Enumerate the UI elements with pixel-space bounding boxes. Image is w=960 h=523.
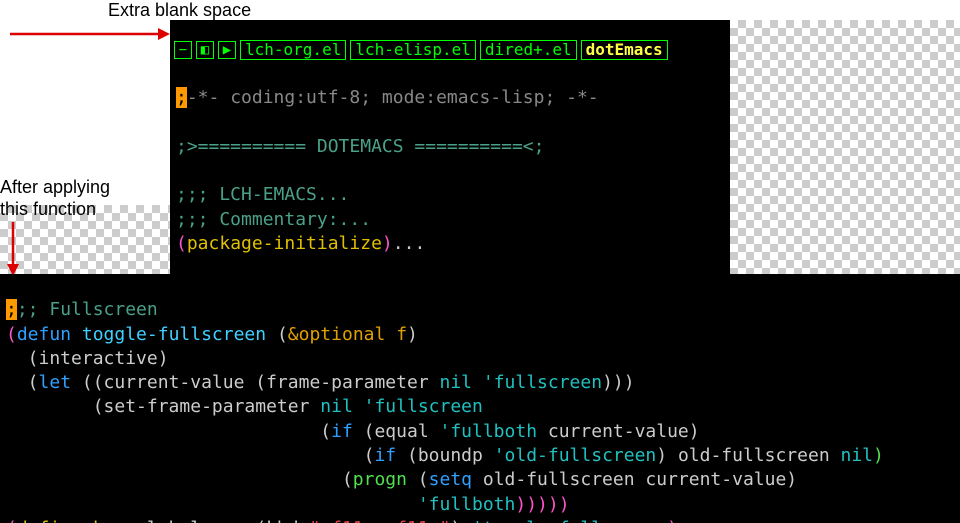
kw-progn: progn xyxy=(353,469,407,490)
kw-setq: setq xyxy=(429,469,472,490)
paren-open: ( xyxy=(176,233,187,254)
tab-control-play-icon[interactable]: ▶ xyxy=(218,41,236,59)
annotation-label-top: Extra blank space xyxy=(108,0,251,21)
banner-line: ;>========== DOTEMACS ==========<; xyxy=(176,136,544,157)
const-nil: nil xyxy=(320,396,353,417)
sym-fullboth: 'fullboth xyxy=(440,421,538,442)
paren: ( xyxy=(6,518,17,523)
tab-control-split[interactable]: ◧ xyxy=(196,41,214,59)
arrow-top xyxy=(10,24,170,44)
transparent-region-right xyxy=(730,20,960,274)
tab-bar: − ◧ ▶ lch-org.el lch-elisp.el dired+.el … xyxy=(170,38,730,62)
text: ) old-fullscreen xyxy=(656,445,840,466)
sym-fullboth: 'fullboth xyxy=(418,494,516,515)
text: ( xyxy=(407,469,429,490)
emacs-panel-top: − ◧ ▶ lch-org.el lch-elisp.el dired+.el … xyxy=(170,20,730,274)
text xyxy=(6,494,418,515)
tab-control-collapse[interactable]: − xyxy=(174,41,192,59)
text: current-value) xyxy=(537,421,700,442)
modeline-comment: -*- coding:utf-8; mode:emacs-lisp; -*- xyxy=(187,87,599,108)
paren: ( xyxy=(277,324,288,345)
kw-if: if xyxy=(331,421,353,442)
tab-dotemacs[interactable]: dotEmacs xyxy=(581,40,668,60)
fn-define-key: define-key xyxy=(17,518,125,523)
paren: ) xyxy=(407,324,418,345)
param-f: f xyxy=(396,324,407,345)
text: ( xyxy=(6,445,374,466)
sym-toggle-fullscreen: 'toggle-fullscreen xyxy=(472,518,667,523)
text: ( xyxy=(6,372,39,393)
text: (boundp xyxy=(396,445,494,466)
cursor: ; xyxy=(176,87,187,108)
text: ( xyxy=(6,421,331,442)
paren: ) xyxy=(667,518,678,523)
text: ( xyxy=(6,469,353,490)
fn-toggle-fullscreen: toggle-fullscreen xyxy=(82,324,266,345)
const-nil: nil xyxy=(440,372,473,393)
text: ((current-value (frame-parameter xyxy=(71,372,439,393)
kw-defun: defun xyxy=(17,324,71,345)
sym-fullscreen: 'fullscreen xyxy=(353,396,483,417)
const-nil: nil xyxy=(841,445,874,466)
paren-close: ) xyxy=(382,233,393,254)
text: old-fullscreen current-value) xyxy=(472,469,797,490)
kw-if: if xyxy=(374,445,396,466)
kw-let: let xyxy=(39,372,72,393)
text: (set-frame-parameter xyxy=(6,396,320,417)
string-kbd: "<f11> <f11>" xyxy=(309,518,450,523)
kw-optional: &optional xyxy=(288,324,386,345)
comment-commentary: ;;; Commentary:... xyxy=(176,209,371,230)
sym-fullscreen: 'fullscreen xyxy=(472,372,602,393)
text: global-map (kbd xyxy=(125,518,309,523)
text: (equal xyxy=(353,421,440,442)
fn-package-initialize: package-initialize xyxy=(187,233,382,254)
comment-lch-emacs: ;;; LCH-EMACS... xyxy=(176,184,349,205)
paren: ))) xyxy=(602,372,635,393)
cursor-bottom: ; xyxy=(6,299,17,320)
tab-lch-org[interactable]: lch-org.el xyxy=(240,40,346,60)
text: ) xyxy=(450,518,472,523)
comment-fullscreen: ;; Fullscreen xyxy=(17,299,158,320)
cutoff-fragment xyxy=(176,257,187,274)
paren: ( xyxy=(6,324,17,345)
tab-lch-elisp[interactable]: lch-elisp.el xyxy=(350,40,476,60)
emacs-panel-bottom: ;;; Fullscreen (defun toggle-fullscreen … xyxy=(0,274,960,523)
line-interactive: (interactive) xyxy=(6,348,169,369)
paren: ) xyxy=(873,445,884,466)
arrow-mid xyxy=(3,222,23,276)
tab-dired-plus[interactable]: dired+.el xyxy=(480,40,577,60)
code-area-top[interactable]: ;-*- coding:utf-8; mode:emacs-lisp; -*- … xyxy=(170,62,730,274)
sym-old-fullscreen: 'old-fullscreen xyxy=(494,445,657,466)
code-area-bottom[interactable]: ;;; Fullscreen (defun toggle-fullscreen … xyxy=(0,274,960,523)
paren: ))))) xyxy=(515,494,569,515)
annotation-label-mid: After applying this function xyxy=(0,177,110,220)
ellipsis: ... xyxy=(393,233,426,254)
